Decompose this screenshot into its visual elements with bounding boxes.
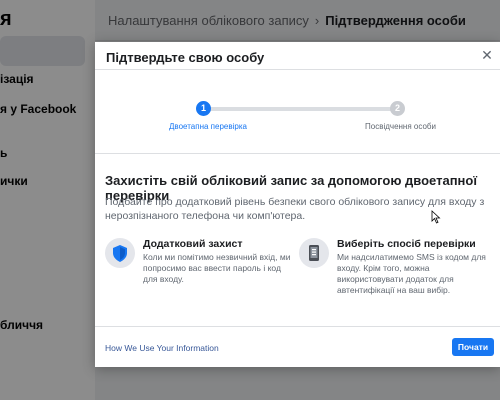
stepper-track: [208, 107, 398, 111]
how-we-use-info-link[interactable]: How We Use Your Information: [105, 343, 219, 353]
feature-title: Виберіть спосіб перевірки: [337, 238, 476, 250]
step-2-label: Посвідчення особи: [365, 122, 436, 131]
shield-icon: [105, 238, 135, 268]
step-1-label: Двоетапна перевірка: [169, 122, 247, 131]
step-1-indicator: 1: [196, 101, 211, 116]
footer-divider: [95, 326, 500, 327]
dialog-title: Підтвердьте свою особу: [106, 50, 265, 65]
start-button[interactable]: Почати: [452, 338, 494, 356]
step-2-indicator: 2: [390, 101, 405, 116]
feature-text: Ми надсилатимемо SMS із кодом для входу.…: [337, 252, 486, 295]
close-icon[interactable]: ✕: [479, 47, 495, 63]
feature-text: Коли ми помітимо незвичний вхід, ми попр…: [143, 252, 291, 284]
progress-stepper: 1 2 Двоетапна перевірка Посвідчення особ…: [95, 98, 500, 138]
phone-icon: [299, 238, 329, 268]
section-divider: [95, 153, 500, 154]
mouse-cursor-icon: [431, 210, 441, 224]
dialog-header: Підтвердьте свою особу ✕: [95, 42, 500, 70]
feature-title: Додатковий захист: [143, 238, 243, 250]
verify-identity-dialog: Підтвердьте свою особу ✕ 1 2 Двоетапна п…: [95, 42, 500, 367]
